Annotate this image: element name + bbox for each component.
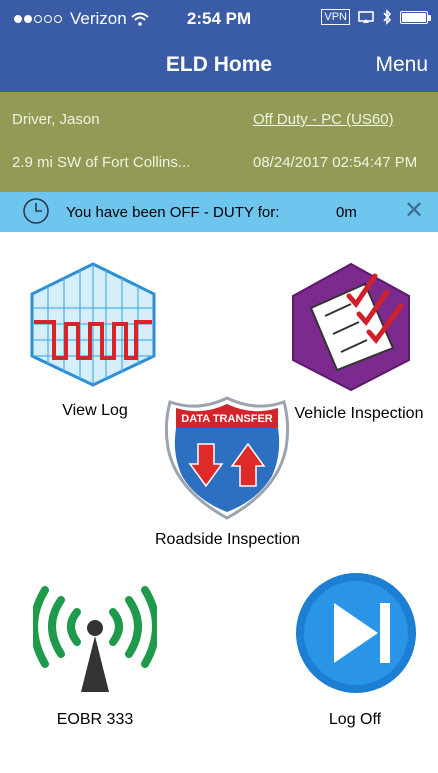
log-off-tile[interactable]: Log Off bbox=[285, 570, 425, 730]
status-icons: VPN bbox=[321, 9, 431, 25]
close-icon[interactable]: ✕ bbox=[402, 196, 426, 224]
duty-message: You have been OFF - DUTY for: bbox=[66, 204, 280, 221]
clock-icon bbox=[23, 198, 49, 224]
log-off-label: Log Off bbox=[328, 711, 382, 728]
driver-location: 2.9 mi SW of Fort Collins... bbox=[12, 154, 191, 171]
log-grid-icon bbox=[30, 262, 156, 387]
data-transfer-shield-icon: DATA TRANSFER bbox=[164, 396, 290, 520]
play-pause-icon bbox=[296, 573, 416, 693]
nav-bar: ELD Home Menu bbox=[0, 40, 438, 92]
duty-status-link[interactable]: Off Duty - PC (US60) bbox=[253, 111, 394, 128]
eobr-tile[interactable]: EOBR 333 bbox=[25, 584, 165, 734]
status-timestamp: 08/24/2017 02:54:47 PM bbox=[253, 154, 418, 171]
bluetooth-icon bbox=[383, 9, 392, 25]
duty-duration: 0m bbox=[336, 204, 357, 221]
page-title: ELD Home bbox=[165, 53, 273, 76]
eobr-label: EOBR 333 bbox=[56, 711, 134, 728]
battery-icon bbox=[400, 10, 431, 24]
vpn-badge: VPN bbox=[321, 9, 350, 25]
roadside-banner-text: DATA TRANSFER bbox=[181, 413, 273, 425]
duty-timer-bar: You have been OFF - DUTY for: 0m ✕ bbox=[0, 192, 438, 232]
top-bar: Verizon 2:54 PM VPN ELD Home Menu bbox=[0, 0, 438, 92]
driver-info-panel: Driver, Jason Off Duty - PC (US60) 2.9 m… bbox=[0, 92, 438, 192]
roadside-inspection-tile[interactable]: DATA TRANSFER Roadside Inspection bbox=[140, 394, 315, 554]
status-bar: Verizon 2:54 PM VPN bbox=[0, 0, 438, 40]
driver-name: Driver, Jason bbox=[12, 111, 100, 128]
menu-button[interactable]: Menu bbox=[375, 53, 428, 77]
screen-mirror-icon bbox=[358, 10, 374, 23]
checklist-icon bbox=[292, 262, 410, 392]
roadside-inspection-label: Roadside Inspection bbox=[155, 531, 300, 548]
wireless-tower-icon bbox=[33, 586, 157, 692]
